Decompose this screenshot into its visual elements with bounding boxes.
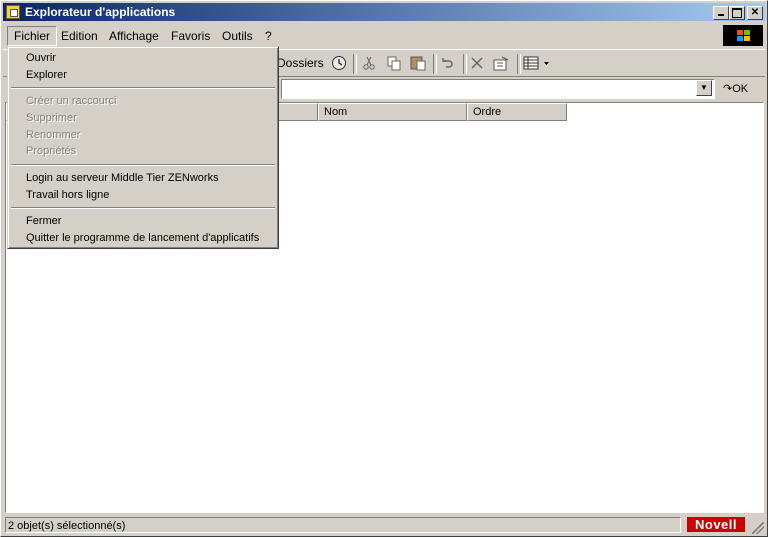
application-window: Explorateur d'applications ✕ Fichier Edi… <box>0 0 768 537</box>
app-window-icon <box>6 5 20 19</box>
file-menu-dropdown: Ouvrir Explorer Créer un raccourci Suppr… <box>7 46 279 249</box>
chevron-down-icon: ▼ <box>700 83 708 92</box>
cut-button[interactable] <box>361 54 377 72</box>
copy-button[interactable] <box>386 54 402 72</box>
go-label: OK <box>732 83 749 95</box>
title-bar[interactable]: Explorateur d'applications ✕ <box>3 3 765 21</box>
file-menu-delete: Supprimer <box>26 112 77 124</box>
column-header-ordre[interactable]: Ordre <box>467 103 567 121</box>
menu-favoris[interactable]: Favoris <box>165 27 216 45</box>
file-menu-quit[interactable]: Quitter le programme de lancement d'appl… <box>26 230 259 246</box>
address-input[interactable] <box>281 79 715 99</box>
maximize-button[interactable] <box>729 6 745 20</box>
file-menu-ouvrir[interactable]: Ouvrir <box>26 50 56 66</box>
status-bar: 2 objet(s) sélectionné(s) Novell <box>3 515 765 535</box>
views-button[interactable] <box>523 54 551 72</box>
file-menu-offline[interactable]: Travail hors ligne <box>26 187 109 203</box>
file-menu-create-shortcut: Créer un raccourci <box>26 95 117 107</box>
file-menu-rename: Renommer <box>26 129 81 141</box>
resize-grip[interactable] <box>752 522 764 534</box>
close-icon: ✕ <box>750 7 760 18</box>
properties-icon <box>493 56 509 71</box>
paste-button[interactable] <box>409 54 427 72</box>
history-icon <box>332 56 346 70</box>
menu-fichier[interactable]: Fichier <box>7 26 58 46</box>
file-menu-close[interactable]: Fermer <box>26 213 61 229</box>
undo-button[interactable] <box>439 54 455 72</box>
menu-affichage[interactable]: Affichage <box>103 27 165 45</box>
window-title: Explorateur d'applications <box>25 5 176 19</box>
menu-outils[interactable]: Outils <box>216 27 259 45</box>
minimize-button[interactable] <box>713 6 729 20</box>
folders-button[interactable]: Dossiers <box>277 54 324 72</box>
history-button[interactable] <box>331 54 347 72</box>
status-text: 2 objet(s) sélectionné(s) <box>5 517 681 533</box>
file-menu-login[interactable]: Login au serveur Middle Tier ZENworks <box>26 170 219 186</box>
maximize-icon <box>732 8 742 18</box>
menu-help[interactable]: ? <box>259 27 278 45</box>
file-menu-properties: Propriétés <box>26 145 77 157</box>
novell-logo: Novell <box>687 517 745 532</box>
copy-icon <box>387 56 401 71</box>
windows-logo-icon <box>723 25 763 46</box>
minimize-icon <box>718 14 724 16</box>
file-menu-explorer[interactable]: Explorer <box>26 67 67 83</box>
views-icon <box>523 56 549 70</box>
scissors-icon <box>363 56 375 70</box>
column-header-nom[interactable]: Nom <box>318 103 467 121</box>
close-button[interactable]: ✕ <box>747 6 763 20</box>
address-dropdown-button[interactable]: ▼ <box>696 80 712 96</box>
go-button[interactable]: ↷OK <box>723 80 748 98</box>
go-arrow-icon: ↷ <box>723 83 733 95</box>
delete-button[interactable] <box>469 54 485 72</box>
paste-icon <box>410 56 426 71</box>
menu-edition[interactable]: Edition <box>55 27 104 45</box>
undo-icon <box>442 58 453 68</box>
delete-icon <box>471 57 483 69</box>
menu-bar: Fichier Edition Affichage Favoris Outils… <box>3 25 765 47</box>
properties-button[interactable] <box>492 54 510 72</box>
